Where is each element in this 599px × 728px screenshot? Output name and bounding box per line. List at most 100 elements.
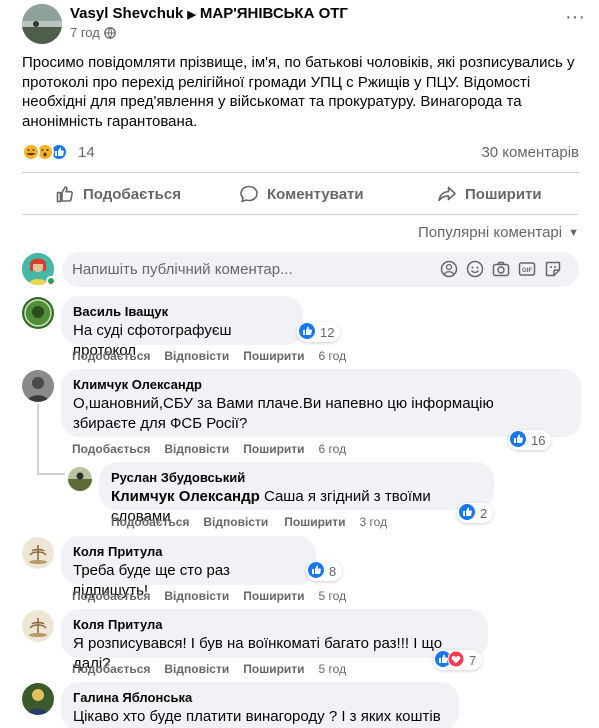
comment-bubble: Климчук Олександр О,шановний,СБУ за Вами… bbox=[61, 369, 581, 437]
post-author-line: Vasyl Shevchuk ▶ МАР'ЯНІВСЬКА ОТГ bbox=[70, 5, 348, 22]
comment-placeholder: Напишіть публічний коментар... bbox=[72, 261, 293, 278]
share-arrow-icon bbox=[438, 186, 456, 202]
mention-link[interactable]: Климчук Олександр bbox=[111, 488, 260, 505]
comment-share-link[interactable]: Поширити bbox=[284, 515, 345, 529]
author-avatar[interactable] bbox=[22, 4, 62, 44]
comment-reply-link[interactable]: Відповісти bbox=[164, 442, 229, 456]
thread-line bbox=[37, 404, 39, 474]
haha-reaction-icon bbox=[22, 143, 40, 161]
author-name[interactable]: Vasyl Shevchuk bbox=[70, 5, 183, 22]
post-meta: 7 год bbox=[70, 25, 116, 42]
love-reaction-icon bbox=[447, 650, 465, 670]
comment-share-link[interactable]: Поширити bbox=[243, 442, 304, 456]
like-label: Подобається bbox=[83, 185, 181, 203]
comment-bubble-icon bbox=[240, 185, 258, 203]
camera-icon[interactable] bbox=[492, 260, 510, 278]
comment-reactions[interactable]: 7 bbox=[433, 650, 483, 670]
online-status-dot bbox=[46, 276, 56, 286]
more-options-icon[interactable]: ··· bbox=[561, 7, 589, 34]
thread-line bbox=[37, 473, 65, 475]
comment-reply-link[interactable]: Відповісти bbox=[164, 349, 229, 363]
comment-time[interactable]: 5 год bbox=[319, 662, 347, 676]
comment-author[interactable]: Коля Притула bbox=[73, 617, 476, 633]
comment-sort-dropdown[interactable]: Популярні коментарі ▼ bbox=[418, 224, 579, 241]
comment-actions: Подобається Відповісти Поширити 5 год bbox=[72, 662, 346, 676]
like-reaction-icon bbox=[510, 430, 526, 450]
like-reaction-icon bbox=[308, 561, 324, 581]
comment-reply-link[interactable]: Відповісти bbox=[164, 589, 229, 603]
comment-time[interactable]: 3 год bbox=[360, 515, 388, 529]
comment-actions: Подобається Відповісти Поширити 6 год bbox=[72, 442, 346, 456]
commenter-avatar[interactable] bbox=[22, 683, 54, 715]
comment-label: Коментувати bbox=[267, 185, 364, 203]
commenter-avatar[interactable] bbox=[68, 467, 92, 491]
sticker-icon[interactable] bbox=[544, 260, 562, 278]
comment-reactions[interactable]: 2 bbox=[457, 503, 494, 523]
reactions-count: 14 bbox=[78, 143, 95, 161]
reply-bubble: Руслан Збудовський Климчук Олександр Саш… bbox=[99, 462, 494, 525]
commenter-avatar[interactable] bbox=[22, 610, 54, 642]
commenter-avatar[interactable] bbox=[22, 370, 54, 402]
comment-reactions[interactable]: 16 bbox=[508, 430, 552, 450]
post-time[interactable]: 7 год bbox=[70, 25, 100, 40]
thumbs-up-icon bbox=[56, 186, 73, 203]
comment-text-line: збираєте для ФСБ Росії? bbox=[73, 415, 248, 432]
comment-author[interactable]: Галина Яблонська bbox=[73, 690, 447, 706]
composer-tools: GIF bbox=[440, 260, 562, 278]
like-button[interactable]: Подобається bbox=[55, 180, 181, 208]
svg-text:GIF: GIF bbox=[522, 268, 532, 274]
comment-reply-link[interactable]: Відповісти bbox=[164, 662, 229, 676]
comment-bubble: Василь Іващук На суді сфотографуєш прото… bbox=[61, 296, 303, 359]
caret-down-icon: ▼ bbox=[568, 226, 579, 239]
share-button[interactable]: Поширити bbox=[437, 180, 542, 208]
sort-label: Популярні коментарі bbox=[417, 224, 563, 241]
comment-share-link[interactable]: Поширити bbox=[243, 662, 304, 676]
reaction-count: 7 bbox=[469, 652, 477, 668]
reaction-count: 12 bbox=[320, 324, 335, 340]
comment-reply-link[interactable]: Відповісти bbox=[203, 515, 268, 529]
commenter-avatar[interactable] bbox=[22, 297, 54, 329]
reaction-count: 16 bbox=[531, 432, 546, 448]
comment-reactions[interactable]: 12 bbox=[297, 322, 341, 342]
comment-author[interactable]: Руслан Збудовський bbox=[111, 470, 482, 486]
comment-button[interactable]: Коментувати bbox=[239, 180, 364, 208]
comment-like-link[interactable]: Подобається bbox=[72, 589, 150, 603]
avatar-sticker-icon[interactable] bbox=[440, 260, 458, 278]
comment-bubble: Коля Притула Треба буде ще сто раз підпи… bbox=[61, 536, 316, 599]
divider bbox=[22, 214, 579, 215]
group-name[interactable]: МАР'ЯНІВСЬКА ОТГ bbox=[200, 5, 348, 22]
globe-icon bbox=[103, 27, 116, 42]
comment-bubble: Коля Притула Я розписувався! І був на во… bbox=[61, 609, 488, 672]
comment-time[interactable]: 6 год bbox=[319, 442, 347, 456]
comment-time[interactable]: 5 год bbox=[319, 589, 347, 603]
post-text: Просимо повідомляти прізвище, ім'я, по б… bbox=[22, 54, 575, 130]
comment-author[interactable]: Василь Іващук bbox=[73, 304, 291, 320]
comment-author[interactable]: Климчук Олександр bbox=[73, 377, 569, 393]
comment-like-link[interactable]: Подобається bbox=[72, 662, 150, 676]
comment-text: Цікаво хто буде платити винагороду ? І з… bbox=[73, 708, 441, 725]
comment-share-link[interactable]: Поширити bbox=[243, 349, 304, 363]
emoji-icon[interactable] bbox=[466, 260, 484, 278]
reaction-count: 8 bbox=[329, 563, 337, 579]
commenter-avatar[interactable] bbox=[22, 537, 54, 569]
comment-text: О,шановний,СБУ за Вами плаче.Ви напевно … bbox=[73, 394, 569, 434]
comment-actions: Подобається Відповісти Поширити 3 год bbox=[111, 515, 387, 529]
comment-share-link[interactable]: Поширити bbox=[243, 589, 304, 603]
comment-actions: Подобається Відповісти Поширити 5 год bbox=[72, 589, 346, 603]
comment-time[interactable]: 6 год bbox=[319, 349, 347, 363]
divider bbox=[22, 172, 579, 173]
comment-like-link[interactable]: Подобається bbox=[111, 515, 189, 529]
comment-like-link[interactable]: Подобається bbox=[72, 349, 150, 363]
like-reaction-icon bbox=[299, 322, 315, 342]
post-reactions[interactable]: 14 bbox=[22, 142, 95, 162]
share-label: Поширити bbox=[465, 185, 542, 203]
like-reaction-icon bbox=[459, 503, 475, 523]
comment-author[interactable]: Коля Притула bbox=[73, 544, 304, 560]
comment-actions: Подобається Відповісти Поширити 6 год bbox=[72, 349, 346, 363]
comments-count[interactable]: 30 коментарів bbox=[481, 144, 579, 161]
gif-icon[interactable]: GIF bbox=[518, 260, 536, 278]
comment-text-line: О,шановний,СБУ за Вами плаче.Ви напевно … bbox=[73, 395, 494, 412]
triangle-right-icon: ▶ bbox=[187, 9, 196, 21]
comment-like-link[interactable]: Подобається bbox=[72, 442, 150, 456]
comment-reactions[interactable]: 8 bbox=[306, 561, 343, 581]
